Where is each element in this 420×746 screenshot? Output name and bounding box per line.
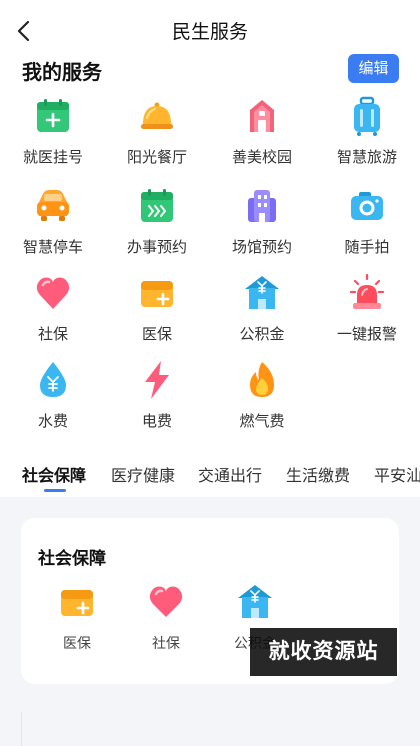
service-item-emergency-alarm[interactable]: 一键报警 [317,273,417,353]
service-item-water-bill[interactable]: 水费 [3,360,103,440]
service-item-campus[interactable]: 善美校园 [212,96,312,176]
tab-social-security[interactable]: 社会保障 [22,462,86,486]
medical-card-icon [141,281,173,307]
medical-card-icon [61,590,93,616]
service-label: 公积金 [239,326,285,343]
service-item-smart-tourism[interactable]: 智慧旅游 [317,96,417,176]
venue-building-icon [248,190,276,222]
heart-icon [36,277,70,309]
edit-button[interactable]: 编辑 [348,54,399,83]
yuan-house-icon [245,276,279,309]
service-item-snapshot[interactable]: 随手拍 [317,186,417,266]
service-item-social-security[interactable]: 社保 [3,273,103,353]
service-label: 智慧旅游 [336,149,397,166]
water-drop-yuan-icon [40,362,66,397]
service-label: 社保 [37,326,68,343]
service-item-venue-booking[interactable]: 场馆预约 [212,186,312,266]
tab-health[interactable]: 医疗健康 [111,462,175,486]
alarm-light-icon [349,273,385,309]
navigation-bar: 民生服务 [0,0,420,60]
calendar-plus-icon [37,99,69,132]
yuan-house-icon [238,585,272,618]
card-item-social-security[interactable]: 社保 [131,584,201,654]
service-label: 电费 [141,413,172,430]
category-tabs: 社会保障 医疗健康 交通出行 生活缴费 平安汕 [0,456,420,496]
my-services-title: 我的服务 [22,62,102,84]
service-label: 智慧停车 [22,239,83,256]
service-label: 办事预约 [126,239,187,256]
service-label: 善美校园 [231,149,292,166]
card-title: 社会保障 [38,549,106,568]
service-label: 场馆预约 [231,239,292,256]
heart-icon [149,586,183,617]
card-item-label: 医保 [63,635,91,651]
tab-living-payment[interactable]: 生活缴费 [286,462,350,486]
food-cloche-icon [141,102,173,129]
service-item-housing-fund[interactable]: 公积金 [212,273,312,353]
car-icon [37,190,69,221]
divider [21,712,22,746]
flame-icon [250,362,274,397]
tab-safe-city[interactable]: 平安汕 [374,462,420,486]
service-label: 燃气费 [239,413,285,430]
service-label: 水费 [37,413,68,430]
tab-transport[interactable]: 交通出行 [198,462,262,486]
service-label: 随手拍 [344,239,390,256]
service-label: 医保 [141,326,172,343]
service-item-gas-bill[interactable]: 燃气费 [212,360,312,440]
camera-icon [351,192,383,220]
school-building-icon [250,100,274,132]
service-label: 就医挂号 [22,149,83,166]
service-label: 一键报警 [336,326,397,343]
service-item-smart-parking[interactable]: 智慧停车 [3,186,103,266]
calendar-arrows-icon [141,189,173,222]
card-item-label: 社保 [152,635,180,651]
service-item-electricity-bill[interactable]: 电费 [107,360,207,440]
watermark: 就收资源站 [250,628,397,676]
luggage-icon [354,96,380,136]
service-label: 阳光餐厅 [126,149,187,166]
service-item-appointment[interactable]: 办事预约 [107,186,207,266]
service-item-medical-insurance[interactable]: 医保 [107,273,207,353]
page-title: 民生服务 [171,22,248,43]
active-tab-indicator [44,489,66,492]
card-item-medical-insurance[interactable]: 医保 [42,584,112,654]
lightning-icon [145,361,169,399]
service-item-sunshine-canteen[interactable]: 阳光餐厅 [107,96,207,176]
service-item-medical-registration[interactable]: 就医挂号 [3,96,103,176]
